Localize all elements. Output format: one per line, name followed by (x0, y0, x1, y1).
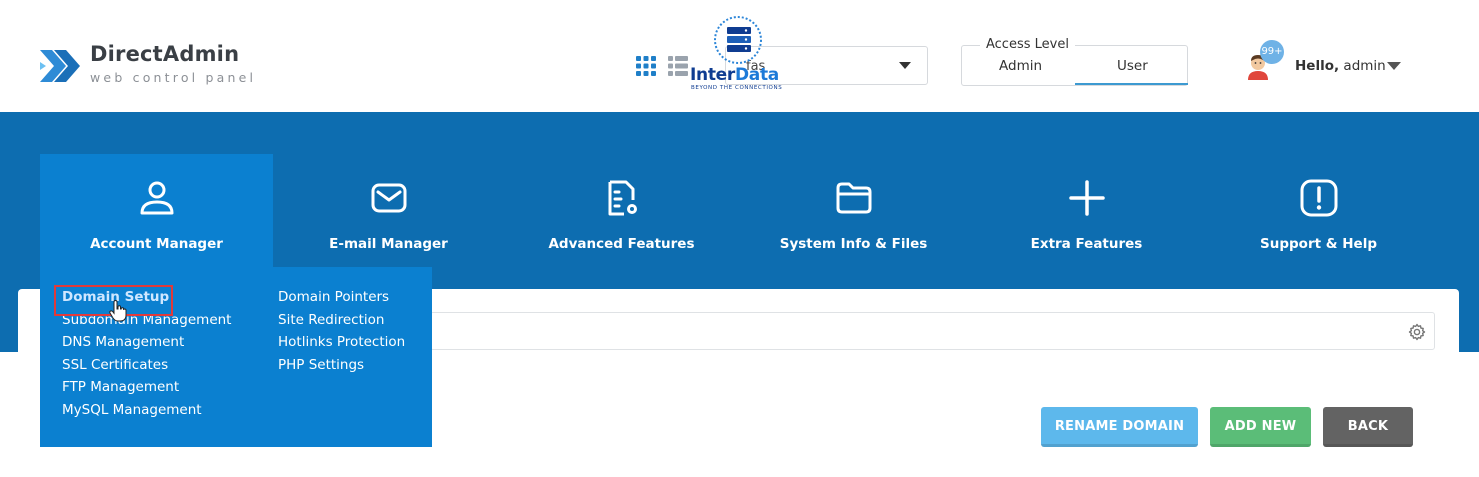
nav-label: Account Manager (90, 236, 223, 252)
nav-email-manager[interactable]: E-mail Manager (272, 154, 505, 267)
logo-subtitle: web control panel (90, 70, 257, 85)
menu-item-php-settings[interactable]: PHP Settings (278, 357, 405, 380)
nav-label: System Info & Files (779, 236, 928, 252)
access-option-admin[interactable]: Admin (999, 58, 1042, 74)
folder-icon (836, 182, 871, 214)
access-selected-indicator (1075, 83, 1188, 85)
hand-cursor-icon (109, 300, 127, 322)
list-view-icon[interactable] (668, 56, 688, 76)
top-header: DirectAdmin web control panel fas InterD… (0, 0, 1479, 112)
interdata-tagline: BEYOND THE CONNECTIONS (691, 85, 783, 91)
menu-item-ssl-certificates[interactable]: SSL Certificates (62, 357, 231, 380)
nav-label: Extra Features (1030, 236, 1143, 252)
rename-domain-button[interactable]: RENAME DOMAIN (1041, 407, 1198, 447)
user-greeting[interactable]: Hello, admin (1295, 58, 1386, 74)
nav-label: Advanced Features (548, 236, 695, 252)
menu-item-hotlinks-protection[interactable]: Hotlinks Protection (278, 334, 405, 357)
grid-view-icon[interactable] (636, 56, 656, 76)
envelope-icon (371, 183, 406, 213)
dropdown-column-2: Domain Pointers Site Redirection Hotlink… (278, 289, 405, 379)
chevron-down-icon (899, 62, 911, 69)
nav-advanced-features[interactable]: Advanced Features (505, 154, 738, 267)
notification-badge[interactable]: 99+ (1260, 40, 1284, 64)
gear-icon[interactable] (1408, 323, 1426, 341)
document-gear-icon (608, 180, 637, 216)
interdata-watermark-logo: InterData BEYOND THE CONNECTIONS (688, 14, 790, 94)
menu-item-dns-management[interactable]: DNS Management (62, 334, 231, 357)
logo-title: DirectAdmin (90, 42, 240, 66)
logo-chevron-icon (40, 50, 80, 82)
user-icon (140, 181, 173, 215)
plus-icon (1068, 180, 1105, 216)
menu-item-domain-pointers[interactable]: Domain Pointers (278, 289, 405, 312)
nav-label: Support & Help (1260, 236, 1377, 252)
user-menu-chevron-icon[interactable] (1387, 62, 1401, 70)
search-input[interactable] (430, 312, 1435, 350)
access-option-user[interactable]: User (1117, 58, 1148, 74)
interdata-wordmark: InterData (690, 65, 779, 85)
menu-item-mysql-management[interactable]: MySQL Management (62, 402, 231, 425)
access-level-switch: Access Level Admin User (961, 37, 1188, 86)
nav-support-help[interactable]: Support & Help (1202, 154, 1435, 267)
server-globe-icon (714, 16, 762, 64)
nav-system-info-files[interactable]: System Info & Files (737, 154, 970, 267)
add-new-button[interactable]: ADD NEW (1210, 407, 1311, 447)
nav-label: E-mail Manager (329, 236, 448, 252)
exclamation-icon (1300, 179, 1337, 217)
access-level-legend: Access Level (980, 37, 1075, 52)
back-button[interactable]: BACK (1323, 407, 1413, 447)
nav-extra-features[interactable]: Extra Features (970, 154, 1203, 267)
menu-item-ftp-management[interactable]: FTP Management (62, 379, 231, 402)
directadmin-logo[interactable]: DirectAdmin web control panel (38, 42, 258, 90)
nav-account-manager[interactable]: Account Manager (40, 154, 273, 267)
menu-item-site-redirection[interactable]: Site Redirection (278, 312, 405, 335)
